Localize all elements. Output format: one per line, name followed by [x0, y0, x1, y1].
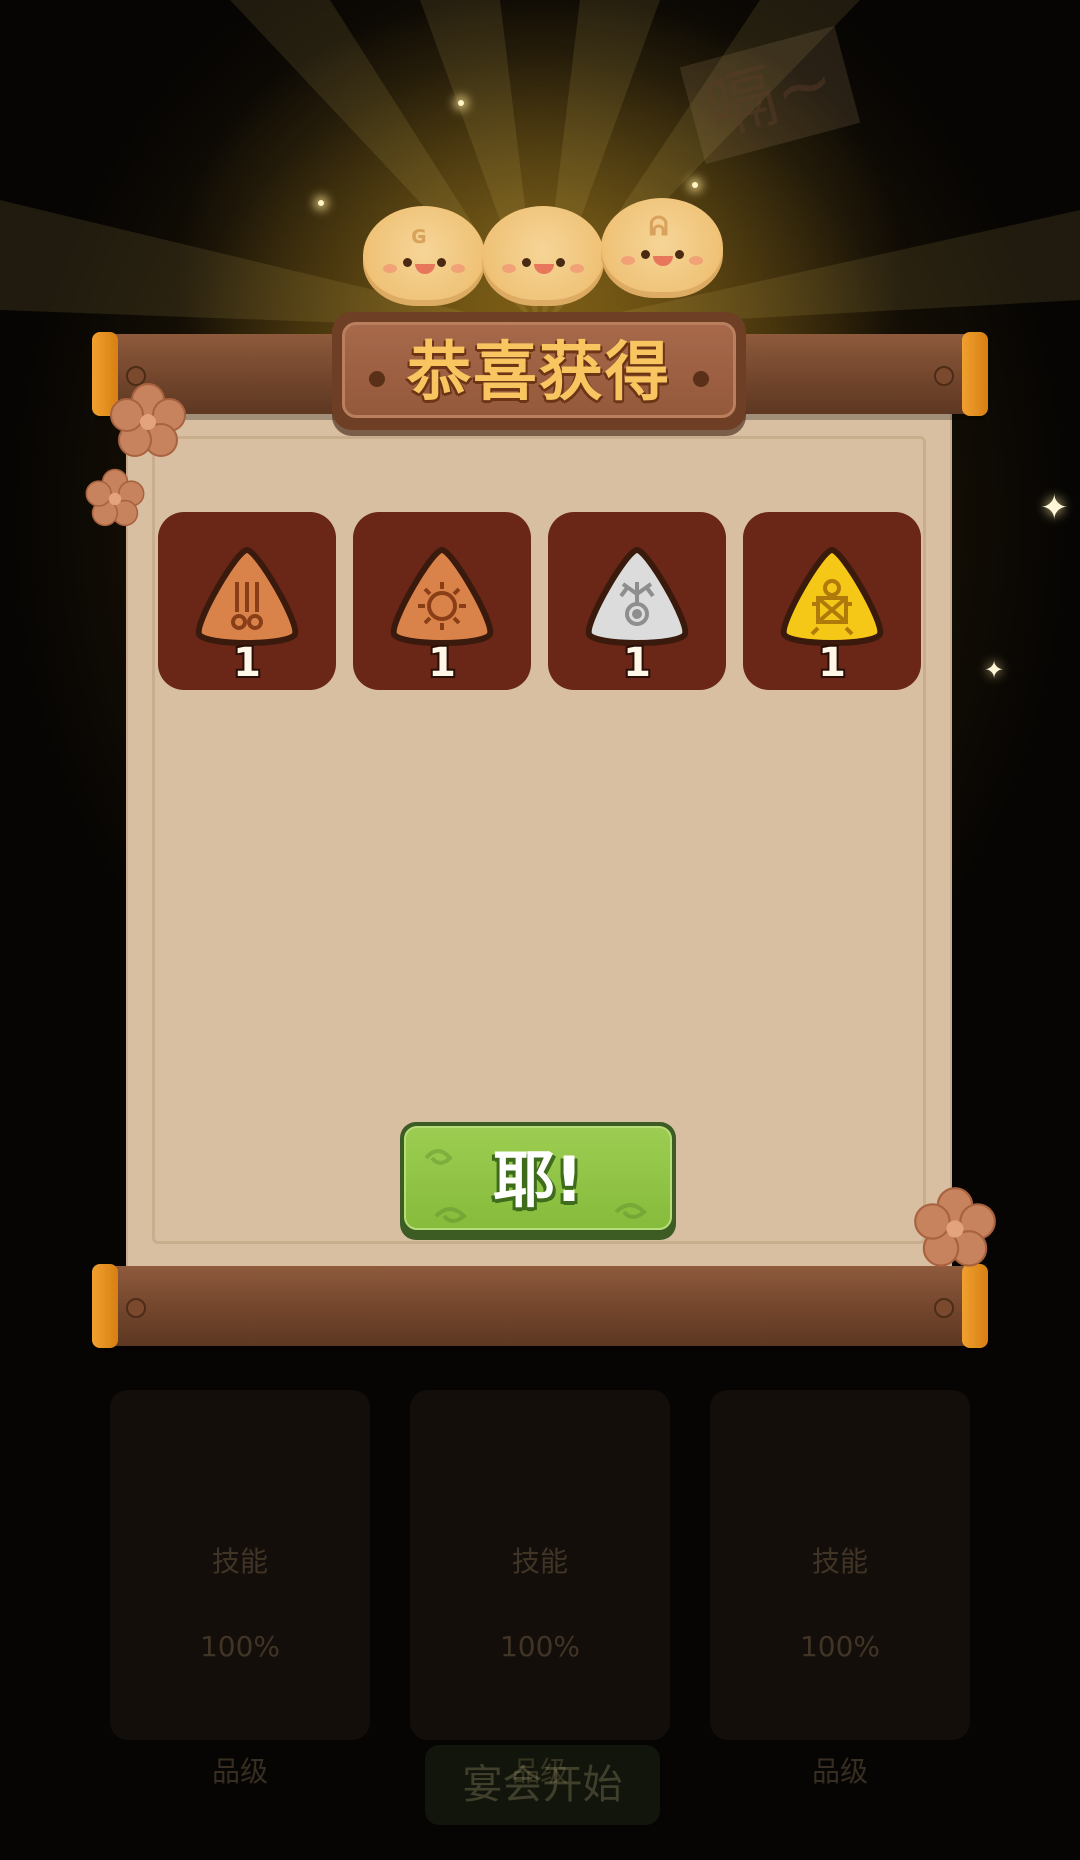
flower-decoration-icon [110, 383, 186, 457]
sparkle-star-icon: ✦ [984, 656, 1005, 684]
background-start-button: 宴会开始 [425, 1745, 660, 1825]
chick-tuft-icon: ɢ [411, 220, 428, 250]
card-level-label: 品级 [211, 1755, 268, 1788]
sparkle-dot [458, 100, 464, 106]
flower-decoration-icon [85, 468, 145, 527]
chick-mascot: ɢ [363, 206, 485, 306]
item-count: 1 [818, 640, 846, 686]
item-count: 1 [623, 640, 651, 686]
card-percent: 100% [799, 1630, 881, 1663]
reward-item[interactable]: 1 [353, 512, 531, 690]
background-card: 技能 100% 品级 [110, 1390, 370, 1788]
card-skill-label: 技能 [211, 1545, 268, 1578]
reward-item[interactable]: 1 [548, 512, 726, 690]
title-plaque: 恭喜获得 [332, 312, 746, 430]
sparkle-star-icon: ✦ [1040, 488, 1069, 528]
confirm-button[interactable]: 耶! [400, 1122, 676, 1240]
card-percent: 100% [499, 1630, 581, 1663]
background-card: 技能 100% 品级 [710, 1390, 970, 1788]
chick-mascot [482, 206, 604, 306]
sparkle-dot [318, 200, 324, 206]
gold-triangle-icon [780, 546, 884, 646]
reward-item[interactable]: 1 [158, 512, 336, 690]
dialog-title: 恭喜获得 [407, 336, 671, 410]
item-count: 1 [233, 640, 261, 686]
reward-item[interactable]: 1 [743, 512, 921, 690]
card-skill-label: 技能 [511, 1545, 568, 1578]
card-level-label: 品级 [811, 1755, 868, 1788]
copper-triangle-icon [195, 546, 299, 646]
background-card: 技能 100% 品级 [410, 1390, 670, 1788]
sparkle-dot [692, 182, 698, 188]
flower-decoration-icon [914, 1187, 996, 1267]
card-percent: 100% [199, 1630, 281, 1663]
scroll-bottom-rod [92, 1264, 988, 1348]
chick-mascot: ᕱ [601, 198, 723, 298]
card-skill-label: 技能 [811, 1545, 868, 1578]
copper-sun-triangle-icon [390, 546, 494, 646]
chick-tuft-icon: ᕱ [649, 212, 669, 242]
silver-triangle-icon [585, 546, 689, 646]
item-count: 1 [428, 640, 456, 686]
confirm-button-label: 耶! [492, 1143, 584, 1216]
